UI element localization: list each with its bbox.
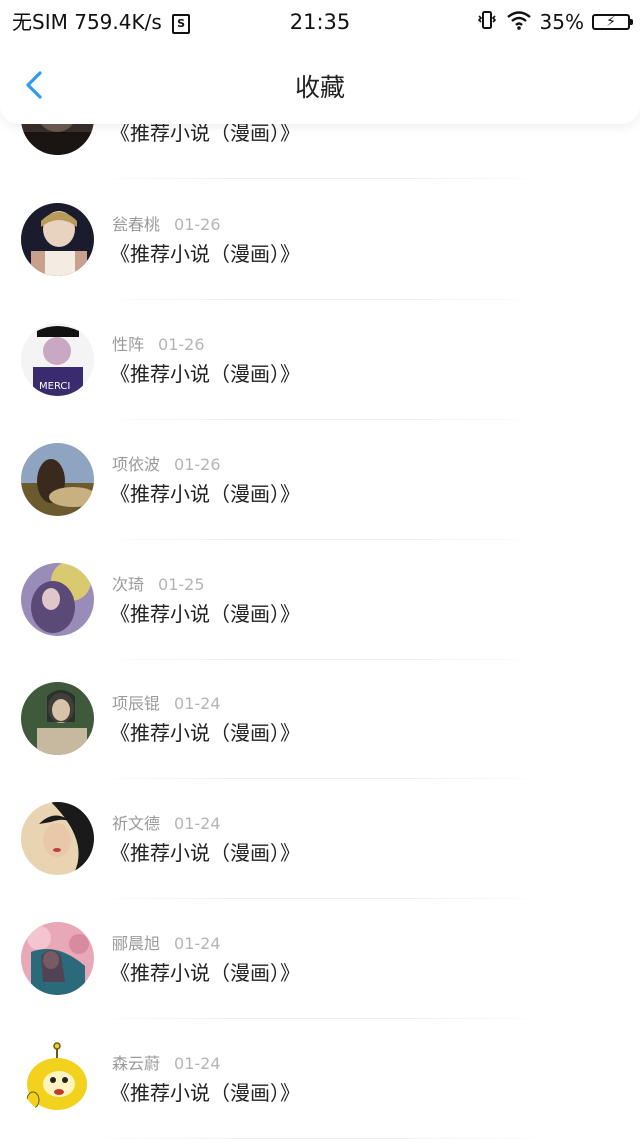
- author-name: 郦晨旭: [112, 934, 161, 953]
- item-meta: 瓮春桃 01-26: [112, 215, 221, 235]
- item-date: 01-24: [174, 694, 221, 713]
- list-item[interactable]: MERCI 性阵 01-26 《推荐小说（漫画）》: [0, 300, 640, 420]
- avatar: [21, 802, 94, 875]
- item-title: 《推荐小说（漫画）》: [110, 242, 300, 266]
- wifi-icon: [506, 10, 532, 35]
- battery-icon: ⚡: [592, 14, 633, 30]
- avatar: [21, 1042, 94, 1115]
- item-meta: 祈文德 01-24: [112, 814, 221, 834]
- item-title: 《推荐小说（漫画）》: [110, 721, 300, 745]
- list-item[interactable]: 项辰锟 01-24 《推荐小说（漫画）》: [0, 659, 640, 779]
- nav-bar: 收藏: [0, 44, 640, 124]
- item-date: 01-24: [174, 814, 221, 833]
- list-item[interactable]: 项依波 01-26 《推荐小说（漫画）》: [0, 420, 640, 540]
- author-name: 森云蔚: [112, 1054, 161, 1073]
- divider: [110, 178, 530, 179]
- item-title: 《推荐小说（漫画）》: [110, 602, 300, 626]
- author-name: 项辰锟: [112, 694, 161, 713]
- item-title: 《推荐小说（漫画）》: [110, 482, 300, 506]
- avatar: [21, 922, 94, 995]
- list-item[interactable]: 祈文德 01-24 《推荐小说（漫画）》: [0, 779, 640, 899]
- item-title: 《推荐小说（漫画）》: [110, 841, 300, 865]
- item-meta: 项依波 01-26: [112, 455, 221, 475]
- list-item[interactable]: 郦晨旭 01-24 《推荐小说（漫画）》: [0, 899, 640, 1019]
- item-date: 01-24: [174, 934, 221, 953]
- vibrate-icon: [476, 9, 498, 36]
- author-name: 次琦: [112, 575, 145, 594]
- status-bar: 无SIM 759.4K/s S 21:35 35% ⚡: [0, 0, 640, 44]
- item-meta: 森云蔚 01-24: [112, 1054, 221, 1074]
- item-date: 01-26: [158, 335, 205, 354]
- svg-text:MERCI: MERCI: [39, 381, 70, 392]
- item-meta: 次琦 01-25: [112, 575, 205, 595]
- avatar: [21, 443, 94, 516]
- item-date: 01-25: [158, 575, 205, 594]
- avatar: [21, 203, 94, 276]
- avatar: [21, 682, 94, 755]
- author-name: 瓮春桃: [112, 215, 161, 234]
- item-meta: 性阵 01-26: [112, 335, 205, 355]
- avatar: MERCI: [21, 323, 94, 396]
- item-date: 01-24: [174, 1054, 221, 1073]
- list-item[interactable]: 次琦 01-25 《推荐小说（漫画）》: [0, 540, 640, 660]
- item-title: 《推荐小说（漫画）》: [110, 1081, 300, 1105]
- author-name: 性阵: [112, 335, 145, 354]
- list-item[interactable]: 瓮春桃 01-26 《推荐小说（漫画）》: [0, 180, 640, 300]
- author-name: 祈文德: [112, 814, 161, 833]
- item-date: 01-26: [174, 215, 221, 234]
- item-meta: 项辰锟 01-24: [112, 694, 221, 714]
- item-meta: 郦晨旭 01-24: [112, 934, 221, 954]
- status-right: 35% ⚡: [476, 9, 633, 36]
- battery-percent: 35%: [539, 10, 584, 34]
- list-item[interactable]: 森云蔚 01-24 《推荐小说（漫画）》: [0, 1019, 640, 1139]
- avatar: [21, 563, 94, 636]
- author-name: 项依波: [112, 455, 161, 474]
- item-title: 《推荐小说（漫画）》: [110, 961, 300, 985]
- item-date: 01-26: [174, 455, 221, 474]
- page-title: 收藏: [294, 73, 345, 102]
- item-title: 《推荐小说（漫画）》: [110, 362, 300, 386]
